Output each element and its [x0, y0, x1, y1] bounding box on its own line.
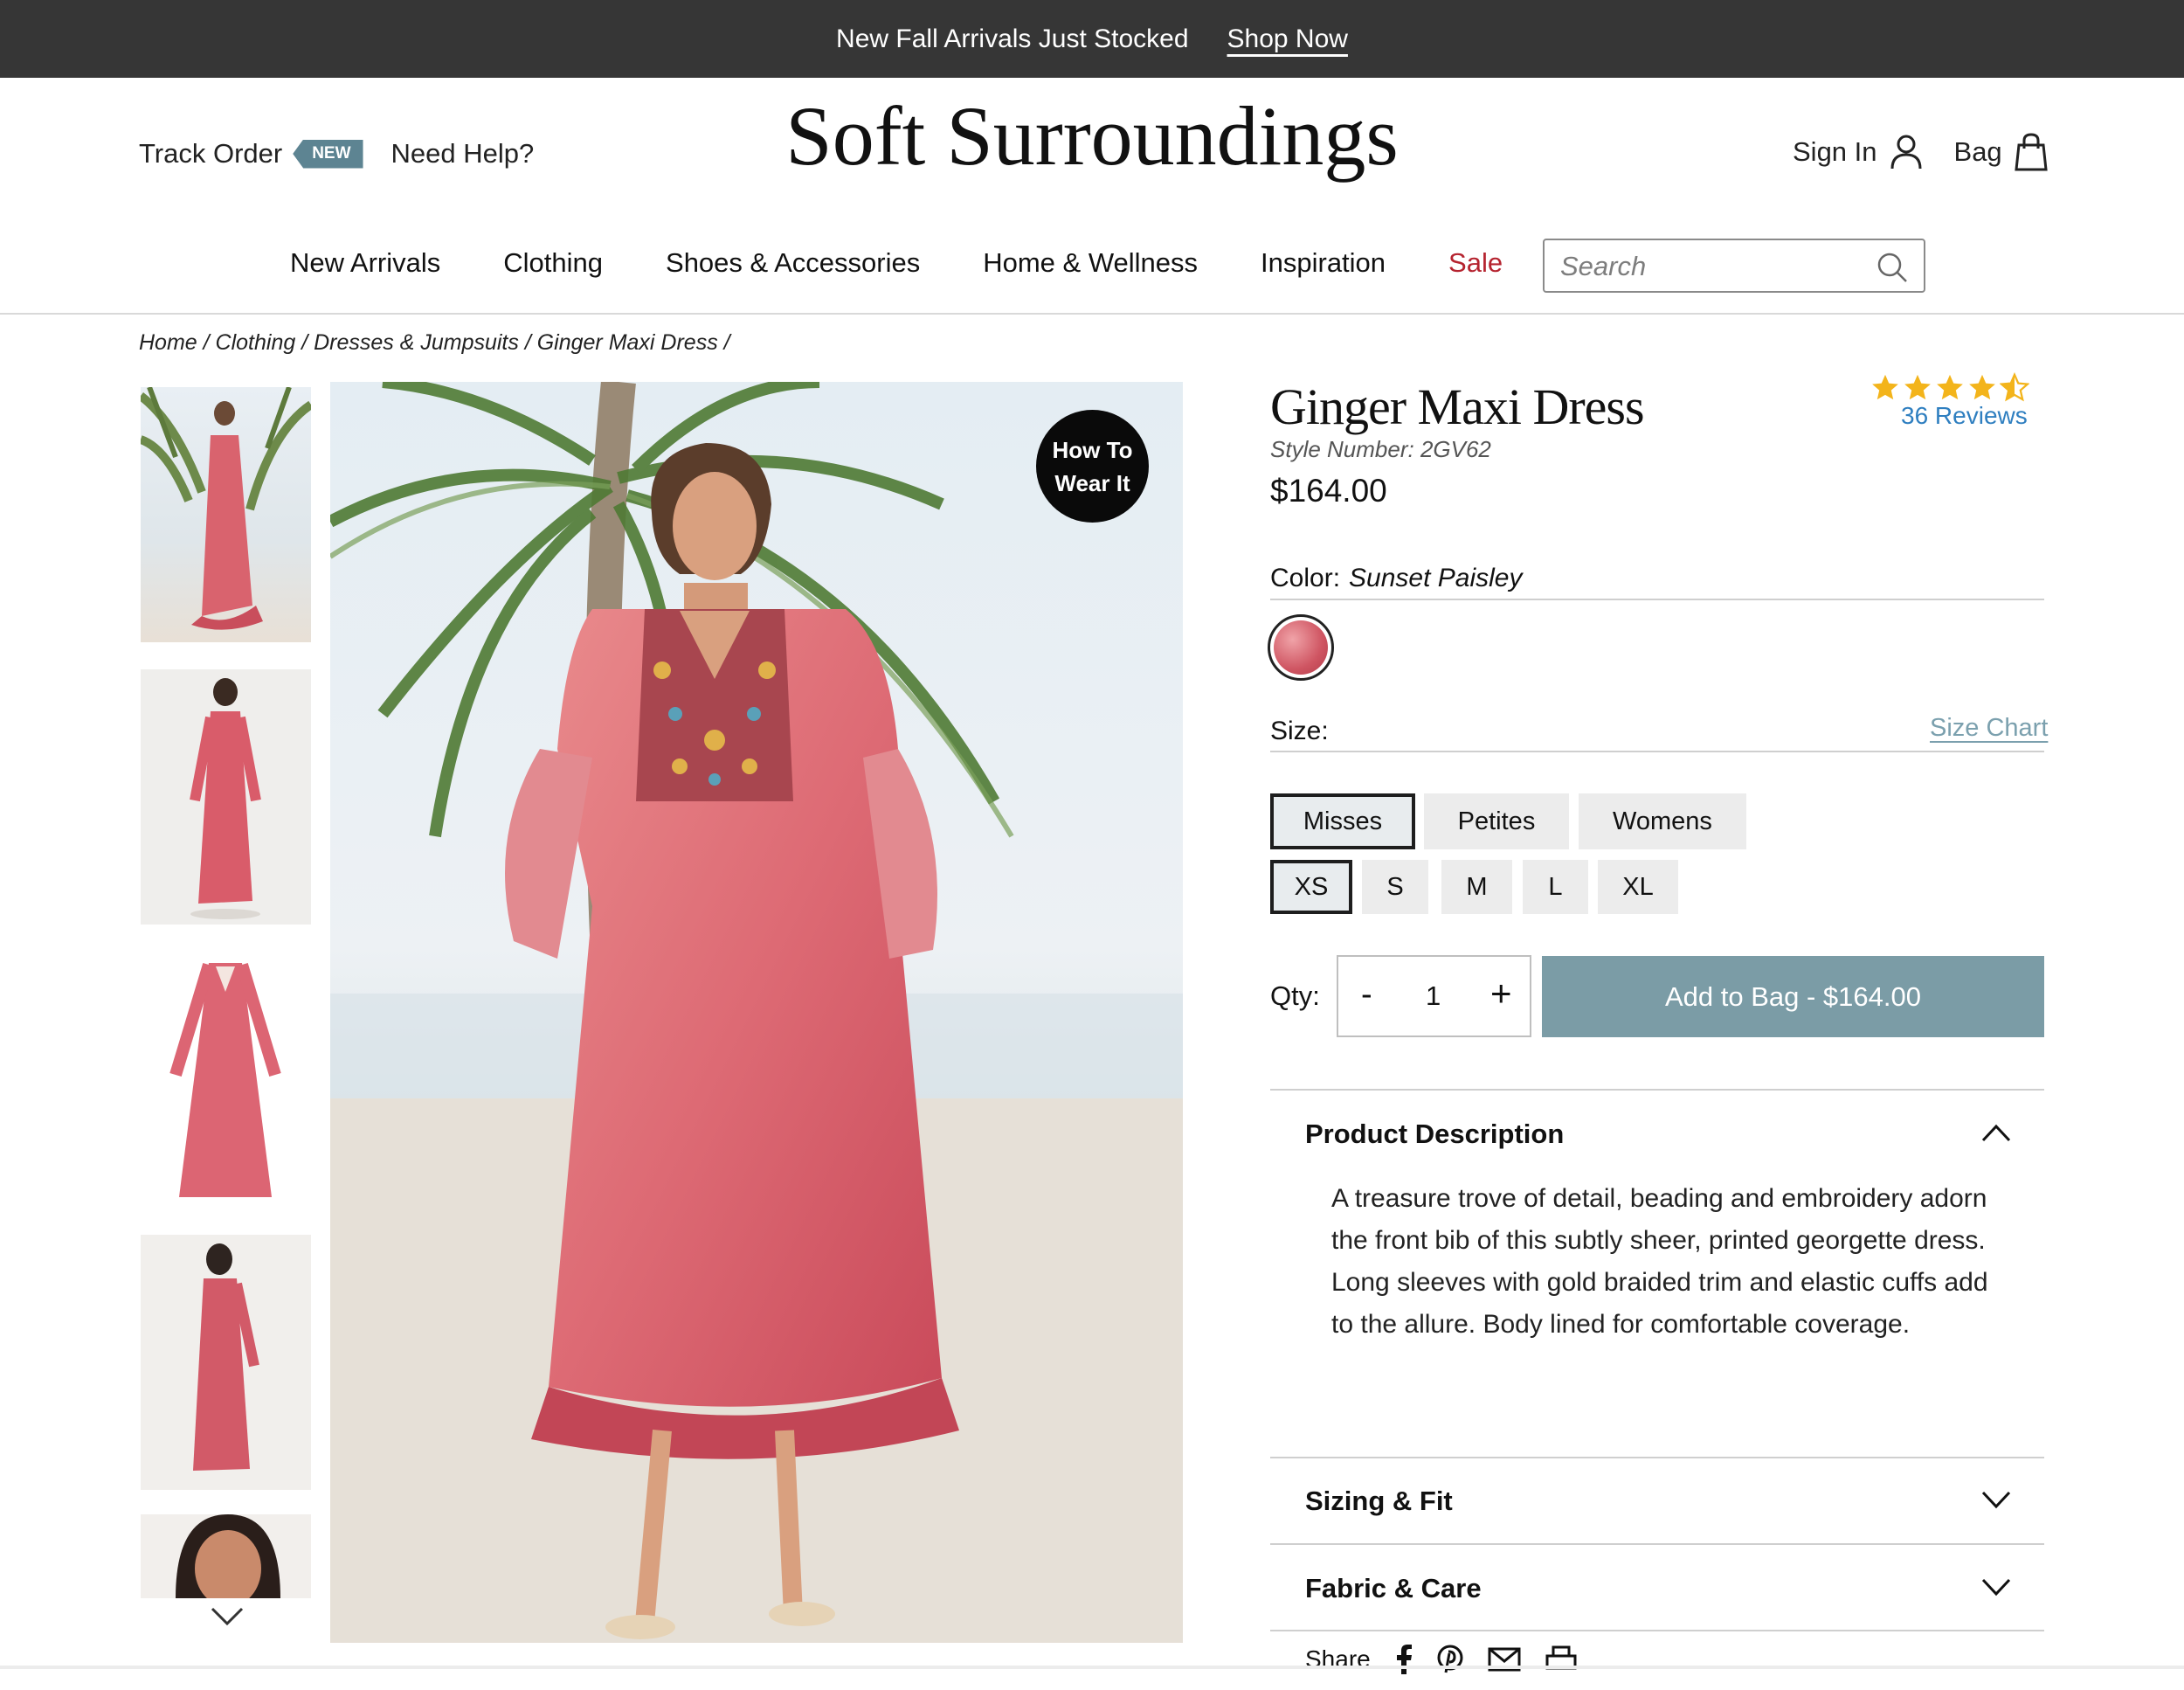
size-xl-button[interactable]: XL	[1598, 860, 1678, 914]
thumbnail-1[interactable]	[141, 387, 311, 642]
accordion-divider-1	[1270, 1089, 2044, 1091]
fit-misses-button[interactable]: Misses	[1270, 793, 1415, 849]
bag-icon	[2015, 133, 2048, 171]
thumbnail-5[interactable]	[141, 1514, 311, 1598]
nav-inspiration[interactable]: Inspiration	[1261, 247, 1386, 279]
facebook-icon[interactable]	[1395, 1645, 1413, 1674]
search-input[interactable]	[1559, 247, 1876, 286]
user-icon[interactable]	[1890, 134, 1923, 170]
size-l-button[interactable]: L	[1523, 860, 1588, 914]
qty-decrease-button[interactable]: -	[1361, 976, 1372, 1014]
accordion-divider-2	[1270, 1457, 2044, 1458]
chevron-down-icon[interactable]	[1981, 1578, 2011, 1597]
shop-now-link[interactable]: Shop Now	[1227, 24, 1348, 54]
thumbnail-3[interactable]	[141, 952, 311, 1208]
accordion-divider-3	[1270, 1543, 2044, 1545]
fit-womens-button[interactable]: Womens	[1579, 793, 1746, 849]
nav-sale[interactable]: Sale	[1448, 247, 1503, 279]
how-to-wear-it-badge[interactable]: How To Wear It	[1036, 410, 1149, 523]
pinterest-icon[interactable]	[1437, 1645, 1463, 1674]
bag-label: Bag	[1953, 136, 2002, 167]
thumbnail-2[interactable]	[141, 669, 311, 925]
size-xs-button[interactable]: XS	[1270, 860, 1352, 914]
product-description-text: A treasure trove of detail, beading and …	[1331, 1184, 1988, 1339]
main-nav: New Arrivals Clothing Shoes & Accessorie…	[290, 247, 1565, 279]
print-icon[interactable]	[1545, 1645, 1577, 1673]
star-icon	[1904, 374, 1931, 400]
quantity-stepper: - 1 +	[1337, 955, 1531, 1037]
style-number: Style Number: 2GV62	[1270, 436, 1491, 462]
reviews-link[interactable]: 36 Reviews	[1901, 402, 2028, 430]
sizing-fit-header[interactable]: Sizing & Fit	[1305, 1486, 1453, 1517]
how-to-line-1: How To	[1052, 436, 1133, 463]
product-description-header[interactable]: Product Description	[1305, 1119, 1564, 1150]
color-label: Color:	[1270, 564, 1341, 592]
sign-in-link[interactable]: Sign In	[1793, 136, 1877, 168]
star-icon	[1969, 374, 1995, 400]
share-row: Share	[1305, 1645, 1577, 1674]
how-to-line-2: Wear It	[1054, 469, 1130, 496]
chevron-down-icon[interactable]	[210, 1606, 245, 1627]
bag-link[interactable]: Bag	[1954, 133, 2048, 171]
color-swatch-sunset-paisley[interactable]	[1268, 614, 1334, 681]
product-title: Ginger Maxi Dress	[1270, 378, 1645, 435]
nav-clothing[interactable]: Clothing	[503, 247, 603, 279]
thumbnail-4[interactable]	[141, 1235, 311, 1490]
fit-petites-button[interactable]: Petites	[1424, 793, 1569, 849]
header-right: Sign In Bag	[1793, 133, 2048, 171]
color-value: Sunset Paisley	[1349, 564, 1523, 592]
swatch-fill	[1274, 620, 1328, 675]
half-star-icon	[2000, 372, 2029, 402]
nav-shoes-accessories[interactable]: Shoes & Accessories	[666, 247, 920, 279]
nav-home-wellness[interactable]: Home & Wellness	[983, 247, 1198, 279]
product-price: $164.00	[1270, 473, 1387, 509]
qty-value[interactable]: 1	[1426, 980, 1441, 1012]
chevron-down-icon[interactable]	[1981, 1491, 2011, 1510]
breadcrumb[interactable]: Home / Clothing / Dresses & Jumpsuits / …	[139, 330, 730, 356]
promo-content: New Fall Arrivals Just Stocked Shop Now	[0, 0, 2184, 78]
nav-new-arrivals[interactable]: New Arrivals	[290, 247, 440, 279]
qty-increase-button[interactable]: +	[1490, 973, 1512, 1015]
size-s-button[interactable]: S	[1362, 860, 1428, 914]
promo-text: New Fall Arrivals Just Stocked	[836, 24, 1189, 53]
size-label: Size:	[1270, 717, 1329, 745]
color-row: Color: Sunset Paisley	[1270, 564, 1522, 593]
rating-stars[interactable]	[1870, 372, 2029, 402]
accordion-divider-4	[1270, 1630, 2044, 1631]
size-divider	[1270, 751, 2044, 752]
page-bottom-edge	[0, 1666, 2184, 1669]
color-divider	[1270, 599, 2044, 600]
star-icon	[1872, 374, 1898, 400]
size-chart-link[interactable]: Size Chart	[1930, 714, 2048, 743]
header-divider	[0, 313, 2184, 315]
fabric-care-header[interactable]: Fabric & Care	[1305, 1573, 1482, 1604]
qty-label: Qty:	[1270, 980, 1320, 1011]
star-icon	[1937, 374, 1963, 400]
share-label: Share	[1305, 1645, 1371, 1673]
chevron-up-icon[interactable]	[1981, 1123, 2011, 1142]
product-main-image[interactable]	[330, 382, 1183, 1643]
add-to-bag-button[interactable]: Add to Bag - $164.00	[1542, 956, 2044, 1037]
size-m-button[interactable]: M	[1441, 860, 1512, 914]
search-icon[interactable]	[1876, 252, 1908, 283]
search-box	[1543, 239, 1925, 293]
